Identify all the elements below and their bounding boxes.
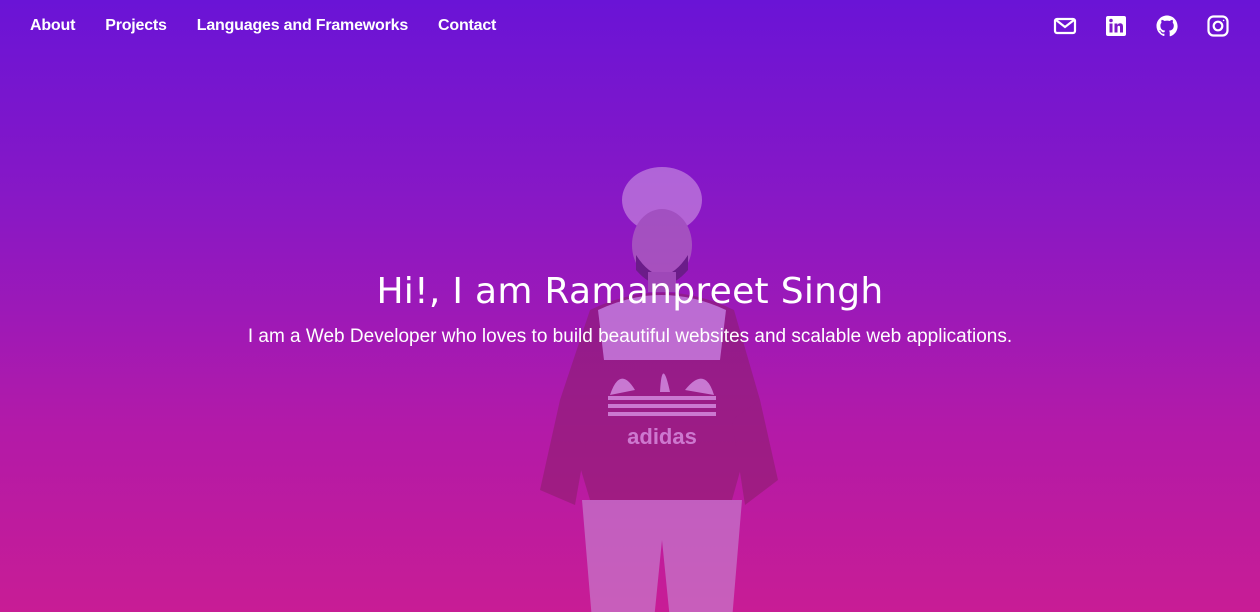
nav-link-projects[interactable]: Projects: [105, 17, 167, 35]
nav-link-about[interactable]: About: [30, 17, 75, 35]
hero-section: adidas About Projects Languages and Fram…: [0, 0, 1260, 612]
nav-link-contact[interactable]: Contact: [438, 17, 496, 35]
top-navbar: About Projects Languages and Frameworks …: [0, 0, 1260, 52]
github-icon: [1156, 15, 1178, 37]
github-link[interactable]: [1155, 14, 1179, 38]
intro: Hi!, I am Ramanpreet Singh I am a Web De…: [0, 266, 1260, 352]
linkedin-link[interactable]: [1104, 14, 1128, 38]
instagram-link[interactable]: [1206, 14, 1230, 38]
mail-link[interactable]: [1053, 14, 1077, 38]
social-links: [1053, 14, 1230, 38]
nav-link-languages-frameworks[interactable]: Languages and Frameworks: [197, 17, 408, 35]
linkedin-icon: [1106, 16, 1126, 36]
instagram-icon: [1207, 15, 1229, 37]
main-nav: About Projects Languages and Frameworks …: [30, 17, 496, 35]
profile-photo: adidas: [540, 167, 778, 612]
hero-subtitle: I am a Web Developer who loves to build …: [247, 326, 1013, 347]
svg-text:adidas: adidas: [627, 424, 697, 449]
hero-title: Hi!, I am Ramanpreet Singh: [376, 271, 884, 312]
mail-icon: [1053, 17, 1077, 35]
